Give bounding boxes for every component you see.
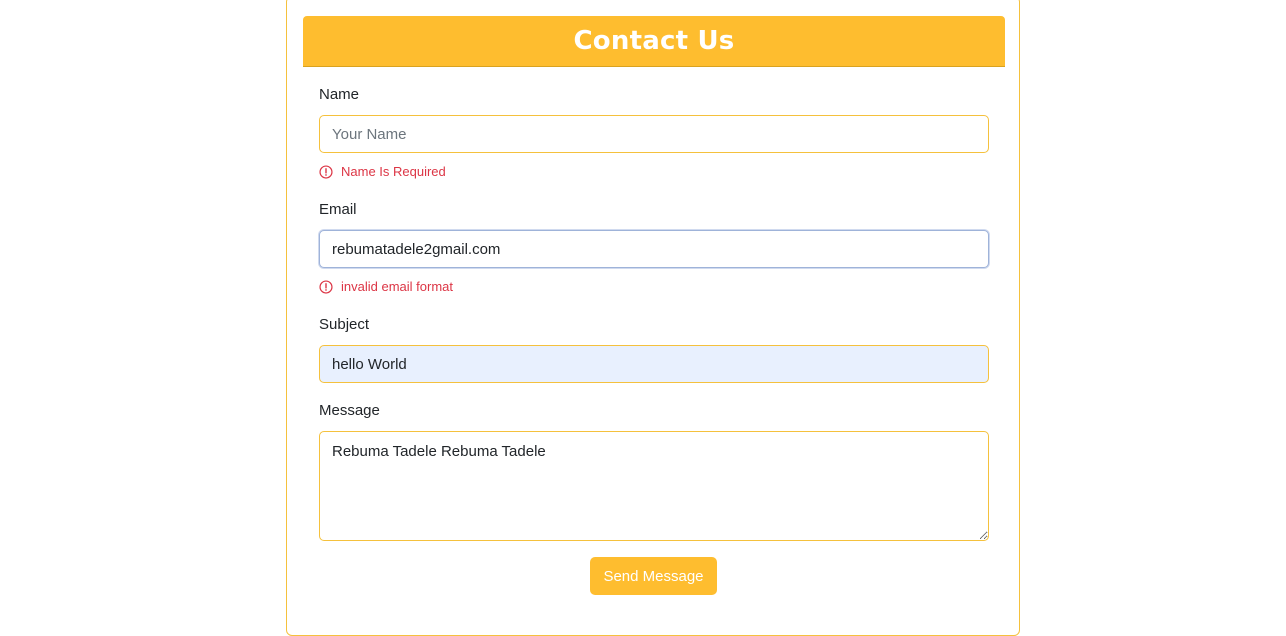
form-header: Contact Us (303, 16, 1005, 67)
form-title: Contact Us (573, 26, 735, 56)
email-error-text: invalid email format (341, 279, 453, 294)
error-icon (319, 279, 333, 294)
subject-label: Subject (319, 316, 370, 333)
name-error: Name Is Required (319, 164, 446, 179)
name-error-text: Name Is Required (341, 164, 446, 179)
message-label: Message (319, 402, 380, 419)
email-error: invalid email format (319, 279, 453, 294)
error-icon (319, 164, 333, 179)
message-textarea[interactable]: Rebuma Tadele Rebuma Tadele (319, 431, 989, 541)
subject-input[interactable] (319, 345, 989, 383)
name-label: Name (319, 86, 360, 103)
name-input[interactable] (319, 115, 989, 153)
email-input[interactable] (319, 230, 989, 268)
email-label: Email (319, 201, 357, 218)
send-message-button[interactable]: Send Message (590, 557, 717, 595)
